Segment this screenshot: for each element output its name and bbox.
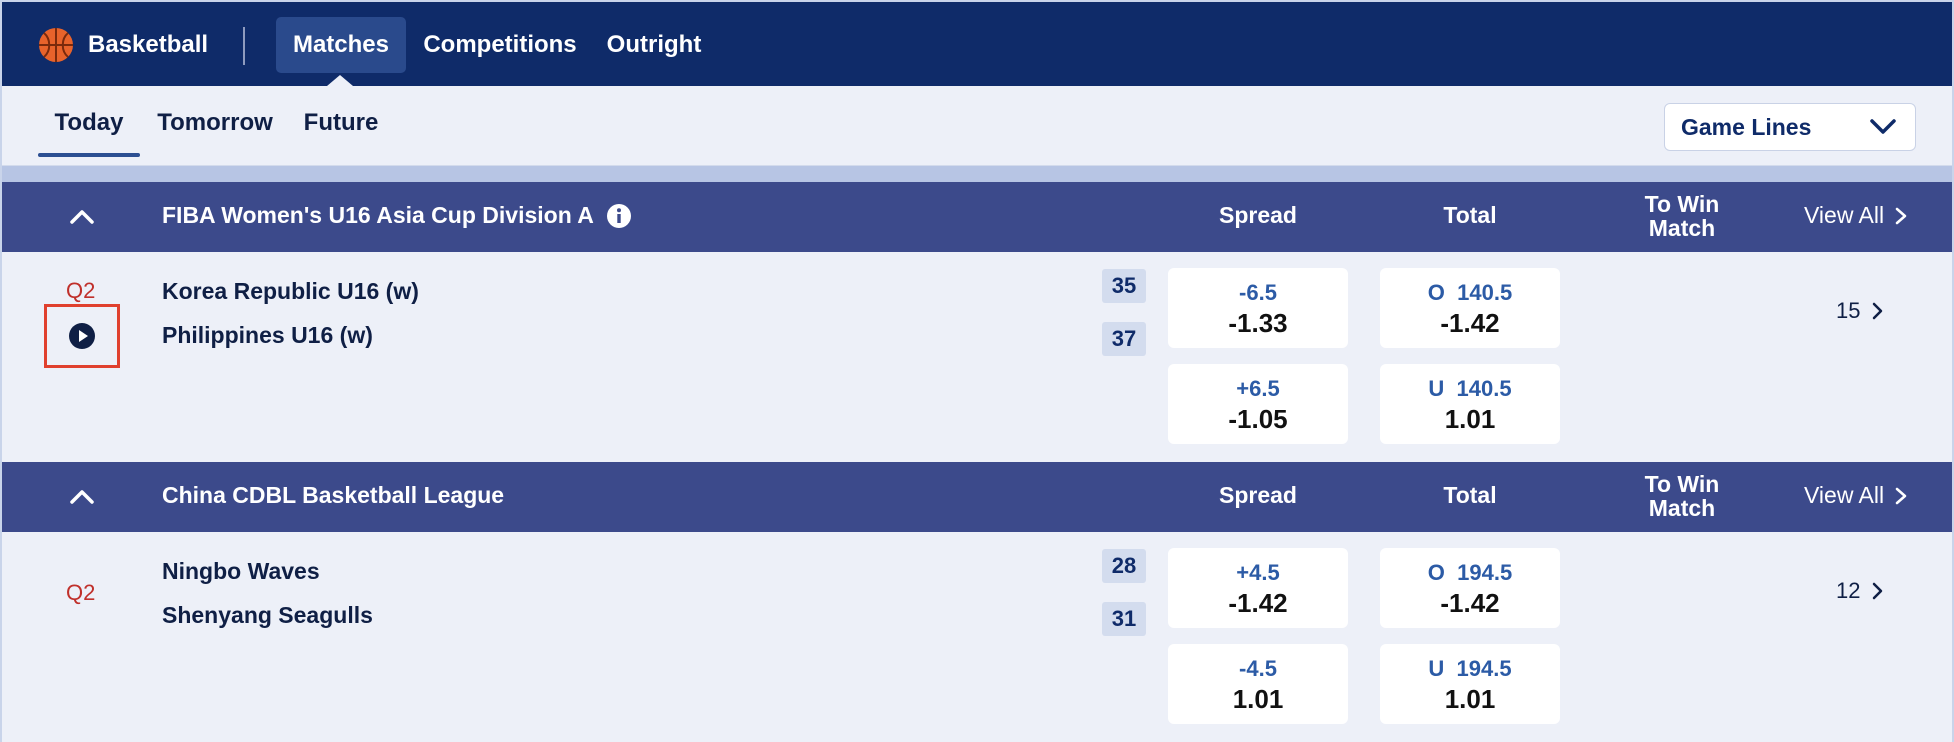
view-all-label: View All xyxy=(1804,482,1885,508)
home-score: 35 xyxy=(1102,269,1146,303)
chevron-right-icon xyxy=(1895,487,1907,504)
column-total: Total xyxy=(1443,202,1497,228)
home-score: 28 xyxy=(1102,549,1146,583)
odd-price: -1.33 xyxy=(1228,308,1288,338)
odd-line: +6.5 xyxy=(1236,376,1280,401)
total-under-odd[interactable]: U 140.5 1.01 xyxy=(1380,364,1560,444)
league-header: FIBA Women's U16 Asia Cup Division A Spr… xyxy=(2,182,1952,252)
odd-line: +4.5 xyxy=(1236,560,1280,585)
odd-price: 1.01 xyxy=(1444,684,1496,714)
active-tab-caret xyxy=(327,75,353,86)
league-name[interactable]: China CDBL Basketball League xyxy=(162,482,504,509)
spread-home-odd[interactable]: -6.5 -1.33 xyxy=(1168,268,1348,348)
home-team[interactable]: Korea Republic U16 (w) xyxy=(162,278,419,305)
away-score: 37 xyxy=(1102,322,1146,356)
column-to-win-line1: To Win xyxy=(1644,191,1720,217)
away-score: 31 xyxy=(1102,602,1146,636)
active-day-indicator xyxy=(38,153,140,157)
column-to-win-line1: To Win xyxy=(1644,471,1720,497)
column-to-win-line2: Match xyxy=(1648,495,1716,521)
view-all-link[interactable]: View All xyxy=(1804,482,1908,509)
chevron-up-icon[interactable] xyxy=(68,486,96,506)
league-name-text: China CDBL Basketball League xyxy=(162,482,505,508)
tab-outright[interactable]: Outright xyxy=(598,17,710,73)
odd-price: -1.42 xyxy=(1228,588,1288,618)
top-nav: Basketball Matches Competitions Outright xyxy=(2,2,1952,86)
sport-title[interactable]: Basketball xyxy=(38,26,208,64)
odd-line: -4.5 xyxy=(1239,656,1277,681)
tab-tomorrow[interactable]: Tomorrow xyxy=(152,109,278,149)
chevron-right-icon xyxy=(1873,582,1883,600)
odd-line: O 140.5 xyxy=(1427,280,1513,305)
odd-price: 1.01 xyxy=(1444,404,1496,434)
market-type-select[interactable]: Game Lines xyxy=(1664,103,1916,151)
tab-today[interactable]: Today xyxy=(38,109,140,149)
live-stream-button[interactable] xyxy=(44,304,120,368)
league-name-text: FIBA Women's U16 Asia Cup Division A xyxy=(162,202,594,228)
total-under-odd[interactable]: U 194.5 1.01 xyxy=(1380,644,1560,724)
total-over-odd[interactable]: O 194.5 -1.42 xyxy=(1380,548,1560,628)
match-row: Q2 Korea Republic U16 (w) Philippines U1… xyxy=(2,252,1952,462)
tab-future[interactable]: Future xyxy=(296,109,386,149)
column-total: Total xyxy=(1443,482,1497,508)
basketball-icon xyxy=(39,28,73,62)
column-spread: Spread xyxy=(1219,482,1297,508)
odd-line: U 194.5 xyxy=(1428,656,1512,681)
more-markets-link[interactable]: 12 xyxy=(1836,578,1884,604)
chevron-right-icon xyxy=(1873,302,1883,320)
odd-price: -1.05 xyxy=(1228,404,1288,434)
away-team[interactable]: Philippines U16 (w) xyxy=(162,322,373,349)
more-markets-count: 12 xyxy=(1836,578,1861,603)
column-spread: Spread xyxy=(1219,202,1297,228)
odd-price: -1.42 xyxy=(1440,588,1500,618)
column-to-win-match: To Win Match xyxy=(1622,472,1742,520)
odd-price: -1.42 xyxy=(1440,308,1500,338)
tab-matches[interactable]: Matches xyxy=(276,17,406,73)
day-tabs-bar: Today Tomorrow Future Game Lines xyxy=(2,86,1952,166)
chevron-up-icon[interactable] xyxy=(68,206,96,226)
total-over-odd[interactable]: O 140.5 -1.42 xyxy=(1380,268,1560,348)
odd-price: 1.01 xyxy=(1232,684,1284,714)
column-to-win-line2: Match xyxy=(1648,215,1716,241)
chevron-down-icon xyxy=(1870,119,1896,134)
spread-home-odd[interactable]: +4.5 -1.42 xyxy=(1168,548,1348,628)
view-all-link[interactable]: View All xyxy=(1804,202,1908,229)
league-name[interactable]: FIBA Women's U16 Asia Cup Division A xyxy=(162,202,632,229)
tab-competitions[interactable]: Competitions xyxy=(416,17,584,73)
market-type-value: Game Lines xyxy=(1681,113,1812,140)
play-icon xyxy=(69,323,95,349)
away-team[interactable]: Shenyang Seagulls xyxy=(162,602,373,629)
more-markets-count: 15 xyxy=(1836,298,1861,323)
match-period: Q2 xyxy=(66,278,96,303)
chevron-right-icon xyxy=(1895,207,1907,224)
odd-line: O 194.5 xyxy=(1427,560,1513,585)
info-icon[interactable] xyxy=(606,203,632,229)
view-all-label: View All xyxy=(1804,202,1885,228)
odd-line: -6.5 xyxy=(1239,280,1277,305)
spread-away-odd[interactable]: +6.5 -1.05 xyxy=(1168,364,1348,444)
match-period: Q2 xyxy=(66,580,96,605)
page: Basketball Matches Competitions Outright… xyxy=(2,2,1952,742)
home-team[interactable]: Ningbo Waves xyxy=(162,558,320,585)
section-gap xyxy=(2,166,1952,182)
sport-label: Basketball xyxy=(88,31,209,58)
nav-divider xyxy=(243,27,245,65)
match-row: Q2 Ningbo Waves Shenyang Seagulls 28 31 … xyxy=(2,532,1952,742)
column-to-win-match: To Win Match xyxy=(1622,192,1742,240)
spread-away-odd[interactable]: -4.5 1.01 xyxy=(1168,644,1348,724)
odd-line: U 140.5 xyxy=(1428,376,1512,401)
league-header: China CDBL Basketball League Spread Tota… xyxy=(2,462,1952,532)
more-markets-link[interactable]: 15 xyxy=(1836,298,1884,324)
